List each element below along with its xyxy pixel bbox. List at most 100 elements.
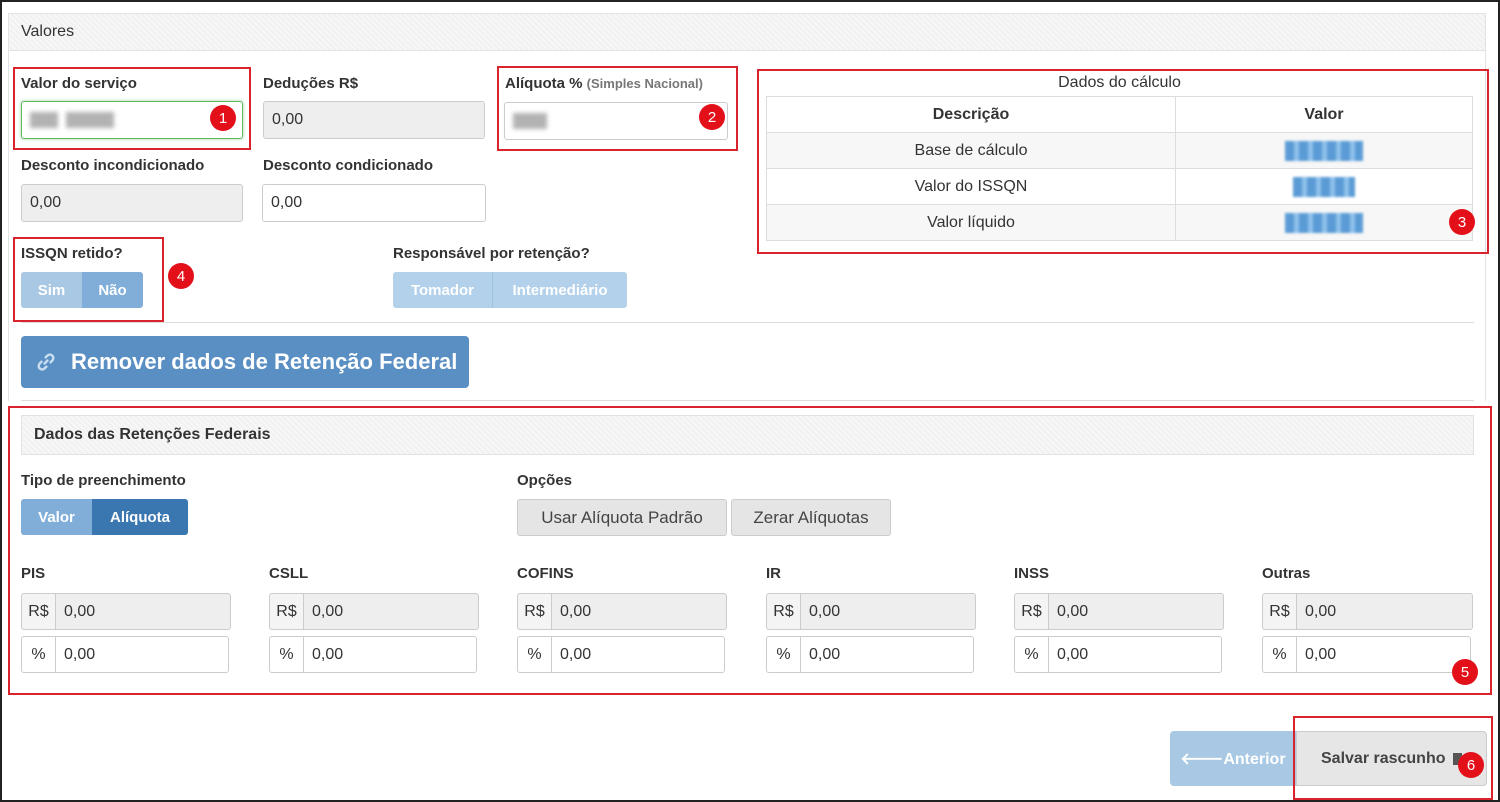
currency-addon: R$	[269, 593, 303, 630]
responsavel-toggle[interactable]: Tomador Intermediário	[393, 272, 627, 308]
tax-aliquota-input-inss[interactable]: 0,00	[1048, 636, 1222, 673]
redacted-value	[30, 112, 58, 128]
tax-aliquota-input-pis[interactable]: 0,00	[55, 636, 229, 673]
issqn-retido-label: ISSQN retido?	[21, 245, 123, 262]
percent-addon: %	[1262, 636, 1296, 673]
calculo-title: Dados do cálculo	[1058, 74, 1181, 91]
aliquota-sublabel: (Simples Nacional)	[586, 76, 703, 91]
redacted-value	[1293, 176, 1355, 197]
percent-addon: %	[517, 636, 551, 673]
calculo-valor	[1175, 132, 1473, 169]
tax-valor-input-ir[interactable]: 0,00	[800, 593, 976, 630]
zerar-aliquotas-button[interactable]: Zerar Alíquotas	[731, 499, 891, 536]
tax-label-outras: Outras	[1262, 565, 1311, 582]
tax-aliquota-group-inss: % 0,00	[1014, 636, 1222, 673]
tax-label-pis: PIS	[21, 565, 46, 582]
tax-valor-group-inss: R$ 0,00	[1014, 593, 1224, 630]
deducoes-input[interactable]: 0,00	[263, 101, 485, 139]
tax-valor-group-csll: R$ 0,00	[269, 593, 479, 630]
anterior-button[interactable]: 🡐Anterior	[1170, 731, 1296, 786]
percent-addon: %	[21, 636, 55, 673]
percent-addon: %	[766, 636, 800, 673]
desconto-incondicionado-label: Desconto incondicionado	[21, 157, 205, 174]
callout-marker-6: 6	[1458, 752, 1484, 778]
calculo-descricao: Base de cálculo	[766, 132, 1176, 169]
valores-panel-header: Valores	[8, 13, 1486, 51]
valores-panel-title: Valores	[21, 23, 75, 40]
table-row: Valor líquido	[766, 204, 1473, 241]
currency-addon: R$	[1014, 593, 1048, 630]
callout-marker-2: 2	[699, 104, 725, 130]
tax-aliquota-input-csll[interactable]: 0,00	[303, 636, 477, 673]
tipo-valor-button[interactable]: Valor	[21, 499, 92, 535]
tax-valor-group-outras: R$ 0,00	[1262, 593, 1473, 630]
desconto-condicionado-label: Desconto condicionado	[263, 157, 434, 174]
tax-aliquota-group-ir: % 0,00	[766, 636, 974, 673]
calculo-header-valor: Valor	[1175, 96, 1473, 133]
currency-addon: R$	[21, 593, 55, 630]
aliquota-input[interactable]	[504, 102, 728, 140]
tax-label-inss: INSS	[1014, 565, 1050, 582]
tax-aliquota-group-pis: % 0,00	[21, 636, 229, 673]
tax-valor-input-inss[interactable]: 0,00	[1048, 593, 1224, 630]
issqn-retido-toggle[interactable]: Sim Não	[21, 272, 143, 308]
tipo-aliquota-button[interactable]: Alíquota	[92, 499, 188, 535]
tax-valor-group-pis: R$ 0,00	[21, 593, 231, 630]
calculo-valor	[1175, 204, 1473, 241]
tax-aliquota-group-outras: % 0,00	[1262, 636, 1471, 673]
aliquota-label-wrap: Alíquota % (Simples Nacional)	[505, 75, 703, 92]
percent-addon: %	[269, 636, 303, 673]
tax-valor-input-pis[interactable]: 0,00	[55, 593, 231, 630]
tipo-preenchimento-toggle[interactable]: Valor Alíquota	[21, 499, 188, 535]
issqn-nao-button[interactable]: Não	[82, 272, 143, 308]
callout-marker-4: 4	[168, 263, 194, 289]
calculo-descricao: Valor líquido	[766, 204, 1176, 241]
currency-addon: R$	[517, 593, 551, 630]
tax-label-ir: IR	[766, 565, 781, 582]
tipo-preenchimento-label: Tipo de preenchimento	[21, 472, 186, 489]
percent-addon: %	[1014, 636, 1048, 673]
tax-aliquota-input-ir[interactable]: 0,00	[800, 636, 974, 673]
tax-label-csll: CSLL	[269, 565, 309, 582]
intermediario-button[interactable]: Intermediário	[493, 272, 627, 308]
tax-valor-input-outras[interactable]: 0,00	[1296, 593, 1473, 630]
tomador-button[interactable]: Tomador	[393, 272, 493, 308]
table-row: Valor do ISSQN	[766, 168, 1473, 205]
valor-servico-label: Valor do serviço	[21, 75, 137, 92]
remover-retencao-button[interactable]: Remover dados de Retenção Federal	[21, 336, 469, 388]
retencoes-panel-title: Dados das Retenções Federais	[34, 426, 271, 443]
tax-aliquota-group-cofins: % 0,00	[517, 636, 725, 673]
currency-addon: R$	[1262, 593, 1296, 630]
divider	[21, 400, 1474, 401]
usar-aliquota-padrao-button[interactable]: Usar Alíquota Padrão	[517, 499, 727, 536]
divider	[21, 322, 1474, 323]
remover-retencao-label: Remover dados de Retenção Federal	[71, 349, 458, 374]
link-icon	[37, 353, 55, 371]
deducoes-label: Deduções R$	[263, 75, 359, 92]
redacted-value	[1285, 140, 1363, 161]
currency-addon: R$	[766, 593, 800, 630]
callout-marker-3: 3	[1449, 209, 1475, 235]
tax-aliquota-input-cofins[interactable]: 0,00	[551, 636, 725, 673]
calculo-descricao: Valor do ISSQN	[766, 168, 1176, 205]
tax-aliquota-input-outras[interactable]: 0,00	[1296, 636, 1471, 673]
opcoes-label: Opções	[517, 472, 573, 489]
desconto-condicionado-input[interactable]: 0,00	[262, 184, 486, 222]
responsavel-label: Responsável por retenção?	[393, 245, 590, 262]
tax-aliquota-group-csll: % 0,00	[269, 636, 477, 673]
issqn-sim-button[interactable]: Sim	[21, 272, 82, 308]
redacted-value	[66, 112, 114, 128]
desconto-incondicionado-input[interactable]: 0,00	[21, 184, 243, 222]
tax-valor-input-csll[interactable]: 0,00	[303, 593, 479, 630]
tax-valor-group-ir: R$ 0,00	[766, 593, 976, 630]
callout-marker-1: 1	[210, 105, 236, 131]
redacted-value	[513, 113, 547, 129]
callout-marker-5: 5	[1452, 659, 1478, 685]
tax-label-cofins: COFINS	[517, 565, 574, 582]
tax-valor-input-cofins[interactable]: 0,00	[551, 593, 727, 630]
table-row: Base de cálculo	[766, 132, 1473, 169]
aliquota-label: Alíquota %	[505, 75, 583, 92]
calculo-table: Descrição Valor Base de cálculo Valor do…	[766, 96, 1473, 241]
calculo-header-descricao: Descrição	[766, 96, 1176, 133]
tax-valor-group-cofins: R$ 0,00	[517, 593, 727, 630]
